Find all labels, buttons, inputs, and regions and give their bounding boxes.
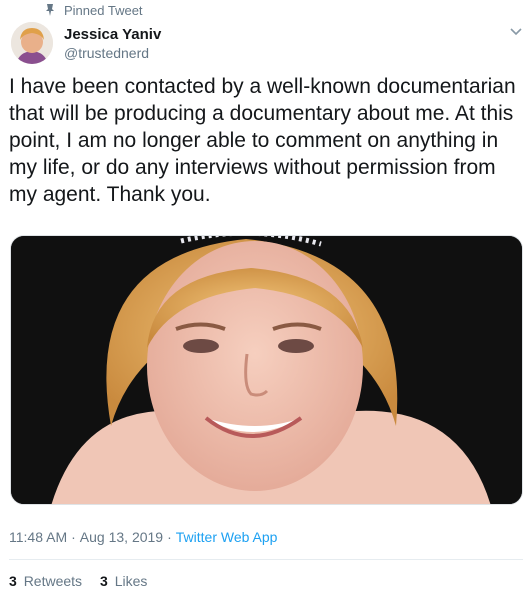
chevron-down-icon[interactable] <box>510 28 522 36</box>
tweet-photo[interactable] <box>10 235 523 505</box>
tweet-text: I have been contacted by a well-known do… <box>9 75 516 206</box>
pinned-tweet-header: Pinned Tweet <box>44 2 143 18</box>
tweet-time: 11:48 AM <box>9 529 68 545</box>
author-name[interactable]: Jessica Yaniv <box>64 26 161 43</box>
retweets-stat[interactable]: 3 Retweets <box>9 573 82 589</box>
photo-image <box>11 236 522 504</box>
divider <box>9 559 523 560</box>
tweet-stats: 3 Retweets 3 Likes <box>9 573 147 589</box>
tweet-date[interactable]: Aug 13, 2019 <box>80 529 163 545</box>
likes-label: Likes <box>114 573 148 589</box>
avatar[interactable] <box>11 22 53 64</box>
pin-icon <box>46 4 54 16</box>
retweets-label: Retweets <box>23 573 83 589</box>
meta-separator: · <box>167 529 172 545</box>
pinned-label: Pinned Tweet <box>64 2 143 18</box>
author-handle[interactable]: @trustednerd <box>64 45 149 61</box>
meta-separator: · <box>71 529 76 545</box>
likes-count: 3 <box>100 573 108 589</box>
tweet-meta: 11:48 AM · Aug 13, 2019 · Twitter Web Ap… <box>9 529 277 545</box>
tweet-source-link[interactable]: Twitter Web App <box>176 529 278 545</box>
retweets-count: 3 <box>9 573 17 589</box>
likes-stat[interactable]: 3 Likes <box>100 573 147 589</box>
